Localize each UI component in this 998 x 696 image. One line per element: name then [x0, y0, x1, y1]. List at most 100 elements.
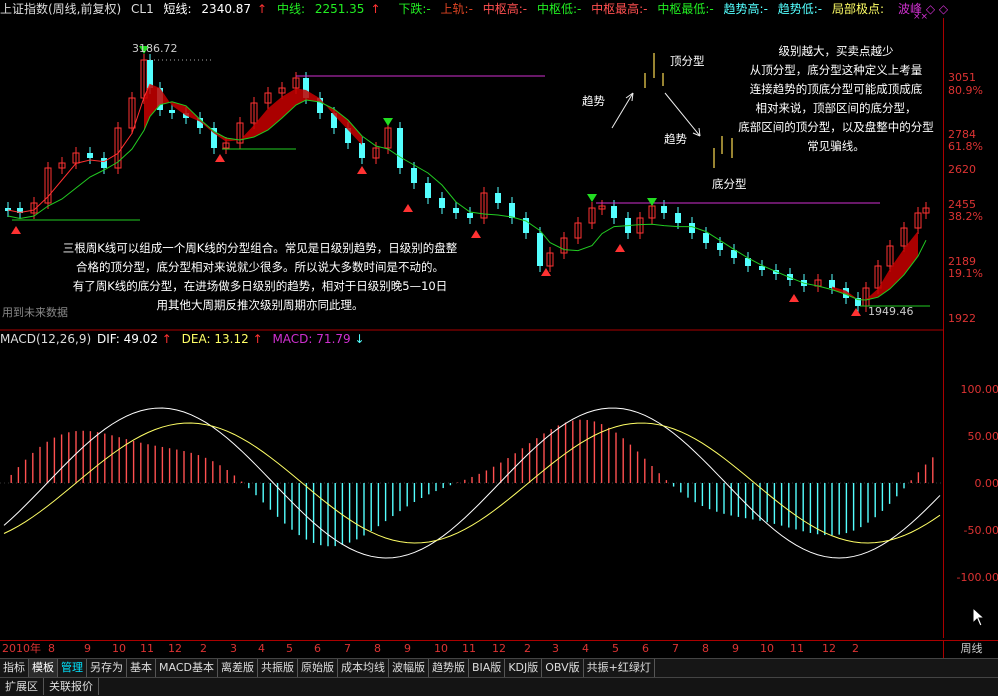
macd-tick-neg100: -100.00: [956, 571, 998, 584]
tab-original[interactable]: 原始版: [298, 659, 338, 677]
date-label: 10: [434, 642, 448, 655]
tab-resonance[interactable]: 共振版: [258, 659, 298, 677]
date-label: 2: [200, 642, 207, 655]
date-label: 8: [48, 642, 55, 655]
date-label: 6: [642, 642, 649, 655]
candle-body: [101, 158, 107, 168]
legend-zs-high: 中枢高:-: [482, 2, 528, 16]
date-label: 3: [230, 642, 237, 655]
date-label: 2: [852, 642, 859, 655]
tab-deviation[interactable]: 离差版: [218, 659, 258, 677]
legend-drop: 下跌:-: [398, 2, 431, 16]
buy-arrow-icon: [851, 308, 861, 316]
left-note-line-4: 用其他大周期反推次级别周期亦同此理。: [156, 298, 364, 312]
right-note-line-4: 相对来说，顶部区间的底分型，: [755, 101, 917, 115]
date-label: 7: [672, 642, 679, 655]
candle-body: [169, 110, 175, 113]
tab-obv[interactable]: OBV版: [542, 659, 584, 677]
date-label: 7: [344, 642, 351, 655]
tab-extension-area[interactable]: 扩展区: [0, 678, 44, 695]
ma-ribbon: [144, 84, 362, 145]
candle-body: [689, 223, 695, 233]
buy-arrow-icon: [357, 166, 367, 174]
tab-amplitude[interactable]: 波幅版: [389, 659, 429, 677]
date-label: 11: [462, 642, 476, 655]
date-label: 10: [112, 642, 126, 655]
right-note-line-2: 从顶分型，底分型这种定义上考量: [749, 63, 923, 77]
high-price-label: 3186.72: [132, 42, 178, 55]
tab-related-quotes[interactable]: 关联报价: [44, 678, 99, 695]
sell-arrow-icon: [647, 198, 657, 206]
low-price-label: 1949.46: [868, 305, 914, 318]
left-note-line-1: 三根周K线可以组成一个周K线的分型组合。常见是日级别趋势，日级别的盘整: [62, 241, 458, 255]
sell-arrow-icon: [383, 118, 393, 126]
legend-zs-max: 中枢最高:-: [591, 2, 648, 16]
mid-line-arrow: ↑: [370, 2, 381, 16]
candle-body: [537, 233, 543, 266]
legend-upper: 上轨:-: [440, 2, 473, 16]
chart-header: 上证指数(周线,前复权) CL1 短线: 2340.87 ↑ 中线: 2251.3…: [0, 0, 998, 18]
date-label: 10: [760, 642, 774, 655]
date-axis: 2010年 8 9 10 11 12 2 3 4 5 6 7 8 9 10 11 12 2 3 4 5 6 7 8 9 10 11 1…: [0, 640, 943, 659]
price-tick-pct-80: 80.9%: [948, 84, 983, 97]
macd-tick-100: 100.00: [960, 383, 998, 396]
price-tick-3051: 3051: [948, 71, 976, 84]
dea-arrow: ↑: [252, 332, 263, 346]
candle-body: [495, 193, 501, 203]
candle-body: [611, 206, 617, 218]
candle-body: [147, 60, 153, 88]
price-axis: 3051 80.9% 2784 61.8% 2620 2455 38.2% 21…: [943, 18, 998, 638]
bottom-pattern-label: 底分型: [712, 177, 747, 191]
template-tab-bar: 指标 模板 管理 另存为 基本 MACD基本 离差版 共振版 原始版 成本均线 波幅版 趋势版 BIA版…: [0, 658, 998, 678]
tab-trend[interactable]: 趋势版: [429, 659, 469, 677]
macd-arrow: ↓: [354, 332, 365, 346]
candle-body: [87, 153, 93, 158]
candle-body: [509, 203, 515, 218]
candle-body: [411, 168, 417, 183]
price-tick-pct-38: 38.2%: [948, 210, 983, 223]
candle-body: [359, 143, 365, 158]
dif-arrow: ↑: [161, 332, 172, 346]
macd-tick-0: 0.00: [974, 477, 998, 490]
right-note: 级别越大，买卖点越少 从顶分型，底分型这种定义上考量 连接趋势的顶底分型可能成顶…: [728, 42, 944, 156]
date-label: 5: [286, 642, 293, 655]
candle-body: [703, 233, 709, 243]
tab-save-as[interactable]: 另存为: [87, 659, 127, 677]
right-note-line-5: 底部区间的顶分型，以及盘整中的分型: [738, 120, 934, 134]
tab-basic[interactable]: 基本: [127, 659, 156, 677]
diamond-icon-2: ◇: [938, 2, 949, 16]
dif-value: 49.02: [123, 332, 158, 346]
mid-line-label: 中线: 2251.35 ↑: [276, 2, 381, 16]
tab-manage[interactable]: 管理: [58, 659, 87, 677]
tab-template[interactable]: 模板: [29, 659, 58, 677]
legend-local-extreme: 局部极点:: [831, 2, 884, 16]
bottom-bar: 扩展区 关联报价: [0, 677, 998, 696]
candle-body: [453, 208, 459, 213]
tab-indicator[interactable]: 指标: [0, 659, 29, 677]
tab-bia[interactable]: BIA版: [469, 659, 506, 677]
trend-up-label: 趋势: [582, 94, 605, 108]
future-data-note: 用到未来数据: [2, 306, 68, 319]
short-line-value: 2340.87: [201, 2, 252, 16]
candle-body: [717, 243, 723, 250]
period-label[interactable]: 周线: [943, 640, 998, 659]
date-label: 8: [374, 642, 381, 655]
short-line-label: 短线: 2340.87 ↑: [163, 2, 268, 16]
tab-macd-basic[interactable]: MACD基本: [156, 659, 218, 677]
tab-kdj[interactable]: KDJ版: [505, 659, 543, 677]
legend-zs-min: 中枢最低:-: [657, 2, 714, 16]
date-label: 2: [524, 642, 531, 655]
price-tick-pct-19: 19.1%: [948, 267, 983, 280]
dea-label: DEA:: [181, 332, 211, 346]
date-label: 2010年: [2, 642, 41, 655]
tab-cost-ma[interactable]: 成本均线: [338, 659, 389, 677]
candle-body: [439, 198, 445, 208]
candle-body: [397, 128, 403, 168]
date-label: 11: [790, 642, 804, 655]
tab-resonance-light[interactable]: 共振+红绿灯: [584, 659, 655, 677]
macd-tick-neg50: -50.00: [963, 524, 998, 537]
legend-zs-low: 中枢低:-: [536, 2, 582, 16]
candle-body: [675, 213, 681, 223]
date-label: 6: [314, 642, 321, 655]
date-label: 12: [822, 642, 836, 655]
